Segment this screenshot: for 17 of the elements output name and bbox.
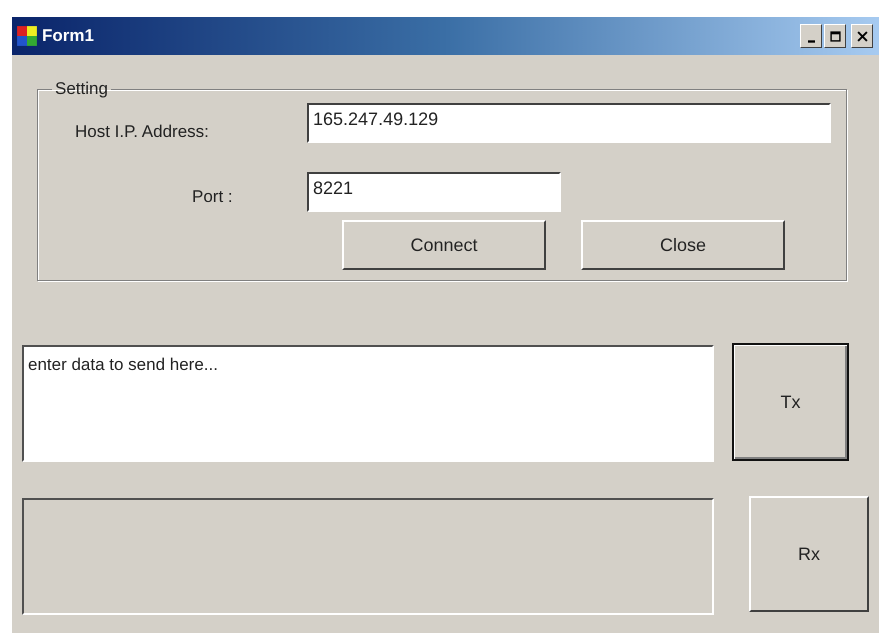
host-label: Host I.P. Address:	[75, 122, 210, 142]
group-title: Setting	[54, 79, 109, 99]
host-field[interactable]: 165.247.49.129	[307, 103, 831, 143]
close-icon	[856, 30, 868, 42]
close-button[interactable]	[851, 24, 873, 48]
close-form-button[interactable]: Close	[581, 220, 785, 270]
send-field[interactable]: enter data to send here...	[22, 345, 714, 462]
tx-button[interactable]: Tx	[732, 343, 849, 461]
maximize-button[interactable]	[824, 24, 846, 48]
app-icon	[16, 25, 38, 47]
port-label: Port :	[192, 187, 234, 207]
minimize-button[interactable]	[800, 24, 822, 48]
minimize-icon	[808, 40, 814, 42]
window-title: Form1	[42, 26, 94, 46]
maximize-icon	[830, 30, 840, 42]
port-field[interactable]: 8221	[307, 172, 561, 212]
connect-button[interactable]: Connect	[342, 220, 546, 270]
